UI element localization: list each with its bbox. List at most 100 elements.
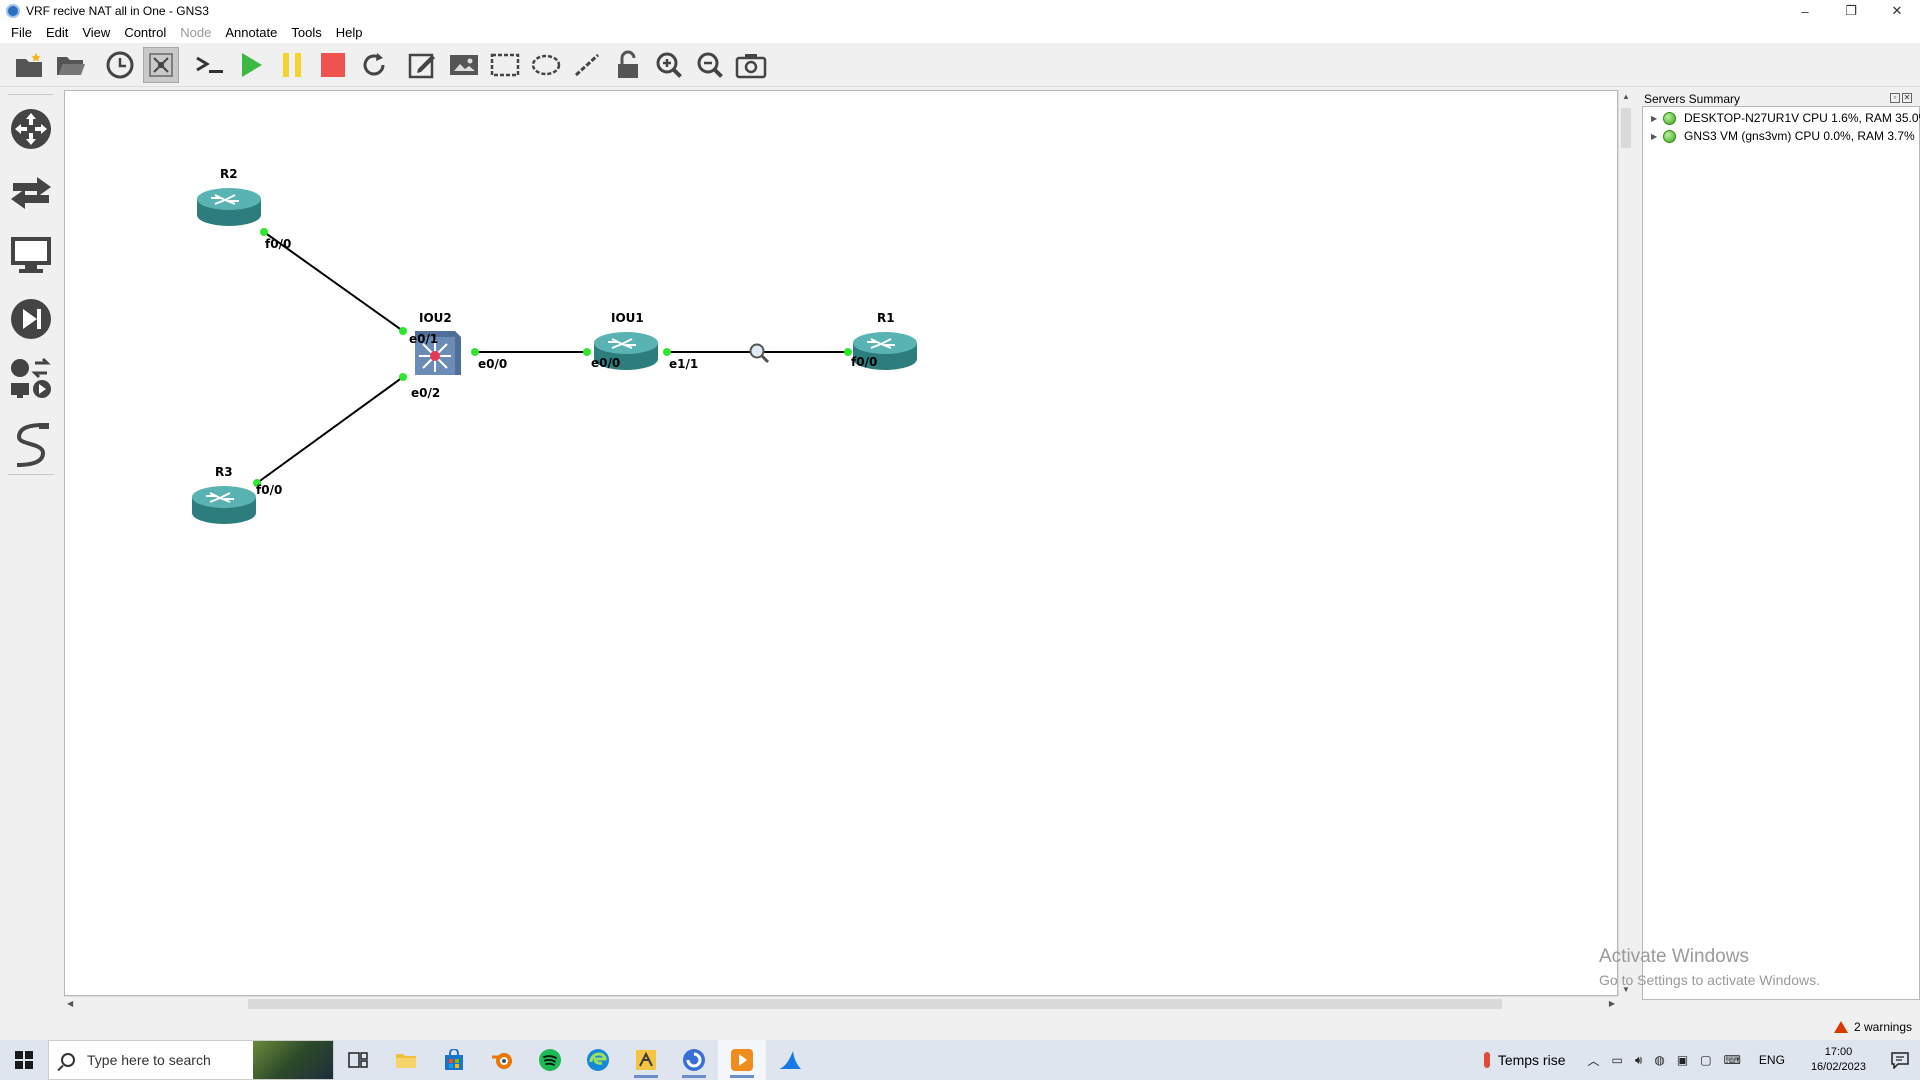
spotify-button[interactable] — [526, 1040, 574, 1080]
volume-icon[interactable]: 🔊︎ — [1635, 1053, 1643, 1068]
keyboard-icon[interactable]: ⌨ — [1724, 1053, 1741, 1067]
task-view-button[interactable] — [334, 1040, 382, 1080]
menu-file[interactable]: File — [4, 25, 39, 40]
topology-canvas[interactable]: R2 R3 IOU2 IOU1 R1 f0/0 e0/1 e0/0 e0/2 e… — [64, 90, 1618, 996]
insert-image-button[interactable] — [446, 47, 482, 83]
snapshot-button[interactable] — [102, 47, 138, 83]
input-language[interactable]: ENG — [1759, 1053, 1785, 1067]
menu-node[interactable]: Node — [173, 25, 218, 40]
reload-all-button[interactable] — [356, 47, 392, 83]
menu-view[interactable]: View — [75, 25, 117, 40]
blender-button[interactable] — [478, 1040, 526, 1080]
expand-arrow-icon[interactable]: ▶ — [1651, 114, 1663, 123]
close-button[interactable]: ✕ — [1874, 0, 1920, 22]
warnings-count: 2 warnings — [1853, 1020, 1912, 1034]
menu-help[interactable]: Help — [329, 25, 370, 40]
lock-button[interactable] — [610, 47, 646, 83]
canvas-vertical-scrollbar[interactable]: ▲ ▼ — [1618, 90, 1632, 996]
taskbar-search-box[interactable]: Type here to search — [48, 1040, 334, 1080]
warnings-indicator[interactable]: 2 warnings — [1833, 1020, 1912, 1034]
title-bar: VRF recive NAT all in One - GNS3 – ❐ ✕ — [0, 0, 1920, 22]
browse-switches-button[interactable] — [8, 168, 54, 218]
edge-icon — [587, 1049, 609, 1071]
expand-arrow-icon[interactable]: ▶ — [1651, 132, 1663, 141]
meet-now-icon[interactable]: ▭ — [1612, 1053, 1623, 1067]
zoom-out-button[interactable] — [692, 47, 728, 83]
node-label-r2: R2 — [220, 167, 238, 181]
zoom-in-button[interactable] — [651, 47, 687, 83]
suspend-all-button[interactable] — [274, 47, 310, 83]
display-icon[interactable]: ▣ — [1677, 1053, 1688, 1067]
router-r3[interactable] — [192, 486, 256, 524]
notification-icon — [1891, 1052, 1909, 1069]
watermark-line1: Activate Windows — [1599, 946, 1749, 967]
new-project-icon — [16, 52, 42, 77]
start-button[interactable] — [0, 1040, 48, 1080]
start-all-button[interactable] — [233, 47, 269, 83]
monitor-icon[interactable]: ▢ — [1700, 1053, 1711, 1067]
console-all-button[interactable] — [192, 47, 228, 83]
lock-icon — [618, 50, 638, 78]
dock-float-icon[interactable]: ▫ — [1890, 93, 1900, 103]
draw-ellipse-button[interactable] — [528, 47, 564, 83]
minimize-button[interactable]: – — [1782, 0, 1828, 22]
server-item[interactable]: ▶ DESKTOP-N27UR1V CPU 1.6%, RAM 35.0% — [1651, 111, 1920, 125]
blender-icon — [492, 1053, 512, 1069]
port-label-iou2-e00: e0/0 — [478, 357, 508, 371]
warning-icon — [1833, 1021, 1848, 1033]
packet-capture-icon[interactable] — [749, 343, 770, 364]
wireshark-icon — [779, 1051, 801, 1069]
horizontal-scroll-thumb[interactable] — [248, 999, 1502, 1009]
draw-ellipse-icon — [531, 54, 561, 75]
browse-security-icon — [11, 299, 51, 339]
scroll-up-arrow-icon[interactable]: ▲ — [1621, 92, 1631, 101]
draw-rectangle-icon — [490, 53, 520, 76]
vertical-scroll-thumb[interactable] — [1621, 108, 1631, 148]
edge-button[interactable] — [574, 1040, 622, 1080]
file-explorer-button[interactable] — [382, 1040, 430, 1080]
reload-all-icon — [363, 52, 385, 75]
restore-button[interactable]: ❐ — [1828, 0, 1874, 22]
link-r3-iou2[interactable] — [256, 376, 404, 484]
port-dot — [260, 228, 268, 236]
show-interface-labels-button[interactable] — [143, 46, 179, 83]
show-hidden-icons-icon[interactable]: ︿ — [1588, 1052, 1600, 1069]
screenshot-button[interactable] — [733, 47, 769, 83]
new-project-button[interactable] — [12, 47, 48, 83]
snapshot-icon — [106, 51, 134, 78]
browser-button[interactable] — [670, 1040, 718, 1080]
draw-line-button[interactable] — [569, 47, 605, 83]
draw-rectangle-button[interactable] — [487, 47, 523, 83]
menu-edit[interactable]: Edit — [39, 25, 75, 40]
scroll-left-arrow-icon[interactable]: ◀ — [67, 997, 73, 1011]
add-link-button[interactable] — [8, 420, 54, 470]
server-item[interactable]: ▶ GNS3 VM (gns3vm) CPU 0.0%, RAM 3.7% — [1651, 129, 1915, 143]
dock-close-icon[interactable]: ✕ — [1902, 93, 1912, 103]
gns3-taskbar-button[interactable] — [622, 1040, 670, 1080]
browse-all-devices-button[interactable] — [8, 354, 54, 404]
server-status-icon — [1663, 129, 1676, 143]
zoom-in-icon — [656, 52, 682, 78]
wireshark-button[interactable] — [766, 1040, 814, 1080]
open-project-button[interactable] — [53, 47, 89, 83]
weather-widget[interactable]: Temps rise — [1483, 1052, 1566, 1068]
add-note-button[interactable] — [405, 47, 441, 83]
canvas-horizontal-scrollbar[interactable]: ◀ ▶ — [64, 996, 1618, 1010]
notification-center-button[interactable] — [1880, 1051, 1920, 1069]
scroll-right-arrow-icon[interactable]: ▶ — [1609, 997, 1615, 1011]
menu-tools[interactable]: Tools — [284, 25, 328, 40]
media-player-icon — [731, 1049, 753, 1071]
browse-routers-button[interactable] — [8, 104, 54, 154]
taskbar-clock[interactable]: 17:00 16/02/2023 — [1811, 1045, 1866, 1075]
browse-end-devices-button[interactable] — [8, 230, 54, 280]
browse-security-button[interactable] — [8, 294, 54, 344]
network-icon[interactable]: ◍ — [1654, 1053, 1664, 1067]
microsoft-store-button[interactable] — [430, 1040, 478, 1080]
stop-all-button[interactable] — [315, 47, 351, 83]
menu-annotate[interactable]: Annotate — [218, 25, 284, 40]
zoom-out-icon — [697, 52, 723, 78]
suspend-all-icon — [283, 52, 301, 77]
menu-control[interactable]: Control — [117, 25, 173, 40]
media-player-button[interactable] — [718, 1040, 766, 1080]
router-r2[interactable] — [197, 188, 261, 226]
